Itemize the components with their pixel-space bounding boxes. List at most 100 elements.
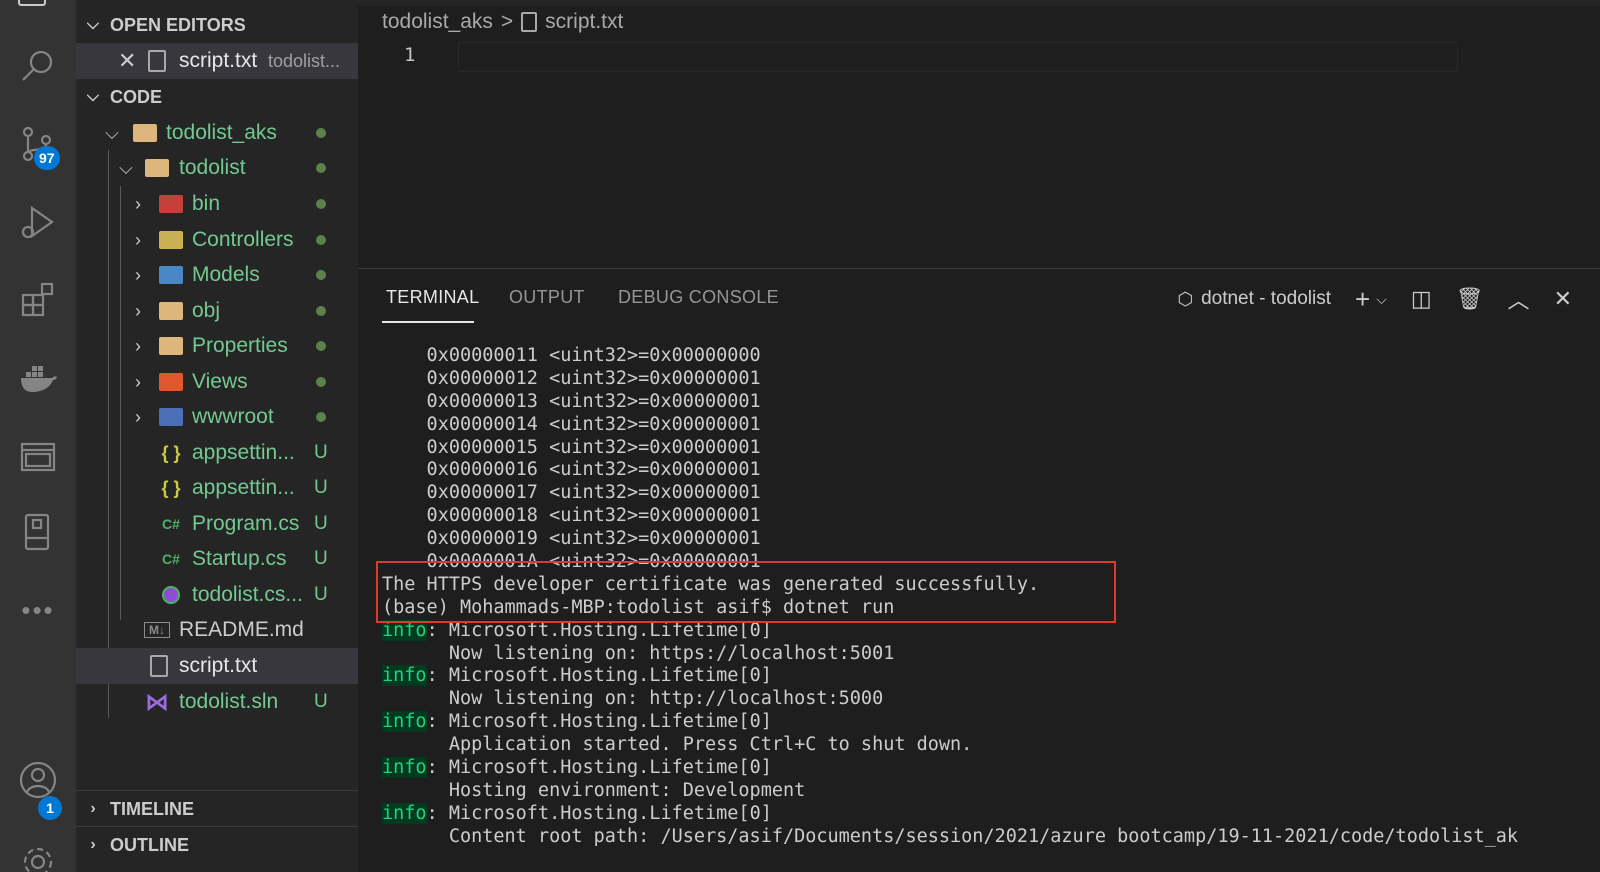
chevron-right-icon: › (135, 371, 141, 392)
panel-toolbar: ⬡ dotnet - todolist + ⌵ ◫ 🗑 ︿ ✕ (1177, 283, 1572, 315)
chevron-up-icon[interactable]: ︿ (1508, 283, 1530, 315)
terminal-line: 0x00000018 <uint32>=0x00000001 (382, 505, 1582, 528)
tree-item-bin[interactable]: › bin (76, 186, 358, 222)
more-icon[interactable]: ••• (14, 586, 62, 634)
code-folder-header[interactable]: ⌵ CODE (76, 80, 358, 114)
outline-header[interactable]: › OUTLINE (76, 828, 358, 862)
new-terminal-button[interactable]: + ⌵ (1355, 284, 1387, 315)
chevron-right-icon: › (135, 264, 141, 285)
terminal-line: Application started. Press Ctrl+C to shu… (382, 734, 1582, 757)
terminal-line-text: Content root path: /Users/asif/Documents… (382, 825, 1519, 847)
tree-item-models[interactable]: › Models (76, 257, 358, 293)
modified-dot (316, 163, 326, 173)
close-icon[interactable]: ✕ (118, 48, 136, 74)
modified-dot (316, 235, 326, 245)
editor-area[interactable]: todolist_aks > script.txt 1 (358, 0, 1600, 268)
tree-item-program-cs[interactable]: C# Program.cs U (76, 506, 358, 542)
line-number: 1 (404, 44, 416, 66)
open-editors-header[interactable]: ⌵ OPEN EDITORS (76, 8, 358, 42)
chevron-down-icon: ⌵ (86, 16, 100, 33)
tree-item-todolist-aks[interactable]: ⌵ todolist_aks (76, 115, 358, 151)
json-file-icon: { } (161, 442, 181, 463)
log-level-tag: info (382, 757, 427, 779)
tree-item-readme[interactable]: M↓ README.md (76, 612, 358, 648)
breadcrumb-folder[interactable]: todolist_aks (382, 10, 493, 34)
bottom-panel: TERMINAL OUTPUT DEBUG CONSOLE ⬡ dotnet -… (358, 268, 1600, 872)
source-control-badge: 97 (34, 146, 60, 170)
tree-item-todolist[interactable]: ⌵ todolist (76, 150, 358, 186)
terminal-line-text: Application started. Press Ctrl+C to shu… (382, 734, 973, 756)
tree-item-script-txt[interactable]: script.txt (76, 648, 358, 684)
views-folder-icon (158, 371, 184, 393)
search-icon[interactable] (14, 42, 62, 90)
terminal-line-text: : Microsoft.Hosting.Lifetime[0] (426, 665, 772, 687)
csharp-file-icon: C# (162, 551, 180, 567)
chevron-right-icon: › (90, 836, 96, 853)
open-editor-path: todolist... (268, 50, 341, 71)
settings-gear-icon[interactable] (14, 838, 62, 872)
bin-folder-icon (158, 193, 184, 215)
open-editor-item[interactable]: ✕ script.txt todolist... (76, 43, 358, 79)
terminal-line: 0x00000017 <uint32>=0x00000001 (382, 482, 1582, 505)
tab-strip (358, 0, 1600, 6)
explorer-icon[interactable] (18, 0, 46, 6)
tree-item-todolist-sln[interactable]: ⋈ todolist.sln U (76, 684, 358, 720)
terminal-line: info: Microsoft.Hosting.Lifetime[0] (382, 757, 1582, 780)
tab-debug-console[interactable]: DEBUG CONSOLE (618, 287, 779, 308)
text-file-icon (521, 12, 538, 32)
tree-item-controllers[interactable]: › Controllers (76, 222, 358, 258)
tree-item-wwwroot[interactable]: › wwwroot (76, 399, 358, 435)
trash-icon[interactable]: 🗑 (1456, 286, 1484, 312)
terminal-line: info: Microsoft.Hosting.Lifetime[0] (382, 619, 1582, 643)
tree-item-todolist-csproj[interactable]: todolist.cs... U (76, 577, 358, 613)
tree-item-obj[interactable]: › obj (76, 293, 358, 329)
modified-dot (316, 341, 326, 351)
highlight-annotation-box (376, 561, 1116, 623)
terminal-line-text: 0x00000012 <uint32>=0x00000001 (382, 367, 761, 389)
log-level-tag: info (382, 711, 427, 733)
terminal-line: Hosting environment: Development (382, 780, 1582, 803)
activity-bar: 97 ••• 1 (0, 0, 76, 872)
untracked-status: U (314, 691, 328, 712)
run-debug-icon[interactable] (14, 198, 62, 246)
terminal-line-text: 0x00000017 <uint32>=0x00000001 (382, 482, 761, 504)
tab-terminal[interactable]: TERMINAL (386, 287, 479, 308)
untracked-status: U (314, 584, 328, 605)
untracked-status: U (314, 513, 328, 534)
log-level-tag: info (382, 802, 427, 824)
controllers-folder-icon (158, 229, 184, 251)
breadcrumb-file[interactable]: script.txt (545, 10, 623, 34)
timeline-header[interactable]: › TIMELINE (76, 792, 358, 826)
chevron-right-icon: › (90, 800, 96, 817)
split-terminal-icon[interactable]: ◫ (1411, 286, 1432, 312)
terminal-line: info: Microsoft.Hosting.Lifetime[0] (382, 711, 1582, 734)
tab-output[interactable]: OUTPUT (509, 287, 585, 308)
folder-open-icon (144, 157, 170, 179)
close-icon[interactable]: ✕ (1554, 286, 1572, 312)
terminal-line-text: 0x00000019 <uint32>=0x00000001 (382, 528, 761, 550)
wwwroot-folder-icon (158, 406, 184, 428)
remote-explorer-icon[interactable] (14, 432, 62, 480)
tree-item-startup-cs[interactable]: C# Startup.cs U (76, 541, 358, 577)
terminal-line: 0x00000015 <uint32>=0x00000001 (382, 437, 1582, 460)
terminal-selector[interactable]: ⬡ dotnet - todolist (1177, 288, 1331, 310)
chevron-down-icon: ⌵ (105, 122, 119, 143)
device-icon[interactable] (14, 508, 62, 556)
terminal-line: 0x00000016 <uint32>=0x00000001 (382, 459, 1582, 482)
text-file-icon (148, 50, 166, 72)
terminal-line: 0x00000011 <uint32>=0x00000000 (382, 345, 1582, 368)
chevron-right-icon: › (135, 300, 141, 321)
terminal-line: info: Microsoft.Hosting.Lifetime[0] (382, 802, 1582, 826)
extensions-icon[interactable] (14, 276, 62, 324)
untracked-status: U (314, 442, 328, 463)
tree-item-appsettings-2[interactable]: { } appsettin... U (76, 470, 358, 506)
current-line-highlight[interactable] (458, 42, 1458, 72)
docker-icon[interactable] (14, 354, 62, 402)
tree-item-appsettings-1[interactable]: { } appsettin... U (76, 435, 358, 471)
terminal-line-text: 0x00000013 <uint32>=0x00000001 (382, 390, 761, 412)
json-file-icon: { } (161, 477, 181, 498)
tree-item-properties[interactable]: › Properties (76, 328, 358, 364)
terminal-line-text: 0x00000015 <uint32>=0x00000001 (382, 436, 761, 458)
divider (76, 826, 358, 827)
tree-item-views[interactable]: › Views (76, 364, 358, 400)
